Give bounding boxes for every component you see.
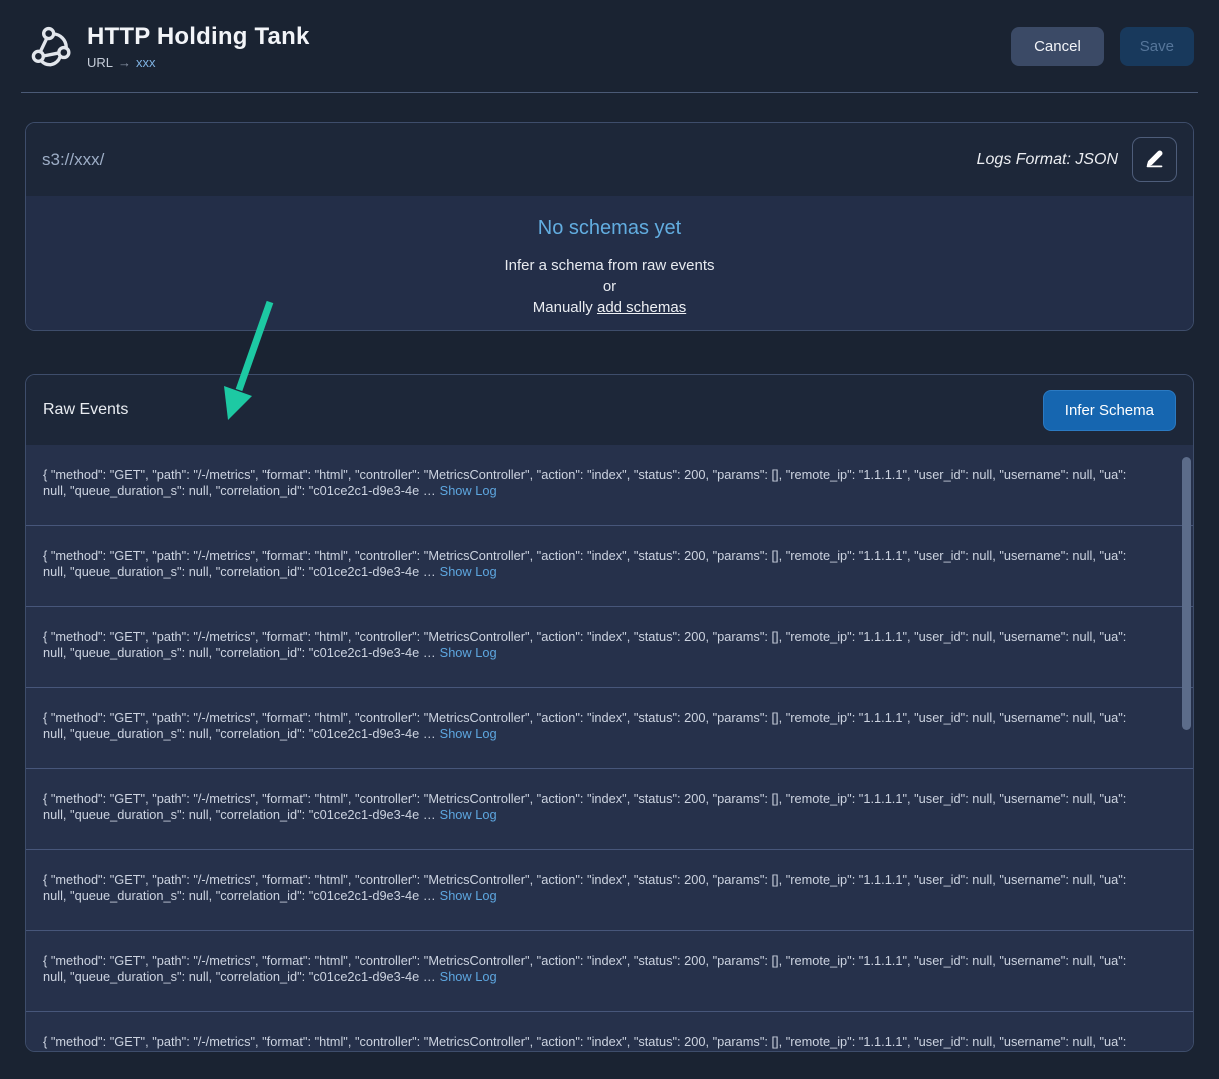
raw-event-text: { "method": "GET", "path": "/-/metrics",… <box>43 710 1126 741</box>
breadcrumb: URL → xxx <box>87 55 310 70</box>
raw-event-text: { "method": "GET", "path": "/-/metrics",… <box>43 548 1126 579</box>
schemas-panel-header: s3://xxx/ Logs Format: JSON <box>26 123 1193 196</box>
header-actions: Cancel Save <box>1011 27 1194 66</box>
raw-event-row: { "method": "GET", "path": "/-/metrics",… <box>26 931 1193 1012</box>
raw-event-text: { "method": "GET", "path": "/-/metrics",… <box>43 872 1126 903</box>
breadcrumb-source: URL <box>87 55 113 70</box>
show-log-link[interactable]: Show Log <box>440 888 497 903</box>
schemas-panel: s3://xxx/ Logs Format: JSON No schemas y… <box>25 122 1194 331</box>
page-title: HTTP Holding Tank <box>87 23 310 51</box>
empty-state-title: No schemas yet <box>26 217 1193 240</box>
raw-event-row: { "method": "GET", "path": "/-/metrics",… <box>26 1012 1193 1051</box>
scrollbar-thumb[interactable] <box>1182 457 1191 730</box>
raw-events-title: Raw Events <box>43 401 128 419</box>
raw-event-row: { "method": "GET", "path": "/-/metrics",… <box>26 769 1193 850</box>
cancel-button[interactable]: Cancel <box>1011 27 1104 66</box>
raw-event-row: { "method": "GET", "path": "/-/metrics",… <box>26 850 1193 931</box>
empty-state-line1: Infer a schema from raw events <box>26 255 1193 276</box>
raw-events-list[interactable]: { "method": "GET", "path": "/-/metrics",… <box>26 445 1193 1051</box>
show-log-link[interactable]: Show Log <box>440 564 497 579</box>
raw-event-text: { "method": "GET", "path": "/-/metrics",… <box>43 467 1126 498</box>
logs-format-label: Logs Format: JSON <box>977 151 1118 169</box>
manually-label: Manually <box>533 299 597 316</box>
breadcrumb-arrow-icon: → <box>118 55 131 70</box>
infer-schema-button[interactable]: Infer Schema <box>1043 390 1176 431</box>
raw-event-text: { "method": "GET", "path": "/-/metrics",… <box>43 791 1126 822</box>
add-schemas-link[interactable]: add schemas <box>597 299 686 316</box>
raw-events-header: Raw Events Infer Schema <box>26 375 1193 445</box>
empty-state-line3: Manually add schemas <box>26 297 1193 318</box>
show-log-link[interactable]: Show Log <box>440 645 497 660</box>
raw-event-row: { "method": "GET", "path": "/-/metrics",… <box>26 526 1193 607</box>
show-log-link[interactable]: Show Log <box>440 483 497 498</box>
save-button[interactable]: Save <box>1120 27 1194 66</box>
logs-format-wrap: Logs Format: JSON <box>977 137 1177 182</box>
title-block: HTTP Holding Tank URL → xxx <box>87 23 310 70</box>
raw-event-row: { "method": "GET", "path": "/-/metrics",… <box>26 445 1193 526</box>
webhook-logo-icon <box>25 18 81 74</box>
breadcrumb-target-link[interactable]: xxx <box>136 55 156 70</box>
pencil-edit-icon <box>1144 148 1165 172</box>
show-log-link[interactable]: Show Log <box>440 1050 497 1051</box>
s3-path-label: s3://xxx/ <box>42 150 104 170</box>
raw-event-text: { "method": "GET", "path": "/-/metrics",… <box>43 953 1126 984</box>
schemas-empty-state: No schemas yet Infer a schema from raw e… <box>26 196 1193 330</box>
app-header: HTTP Holding Tank URL → xxx Cancel Save <box>21 0 1198 93</box>
edit-logs-format-button[interactable] <box>1132 137 1177 182</box>
show-log-link[interactable]: Show Log <box>440 969 497 984</box>
raw-event-row: { "method": "GET", "path": "/-/metrics",… <box>26 688 1193 769</box>
show-log-link[interactable]: Show Log <box>440 807 497 822</box>
raw-event-text: { "method": "GET", "path": "/-/metrics",… <box>43 629 1126 660</box>
empty-state-line2: or <box>26 276 1193 297</box>
raw-events-panel: Raw Events Infer Schema { "method": "GET… <box>25 374 1194 1052</box>
raw-event-text: { "method": "GET", "path": "/-/metrics",… <box>43 1034 1126 1051</box>
show-log-link[interactable]: Show Log <box>440 726 497 741</box>
raw-event-row: { "method": "GET", "path": "/-/metrics",… <box>26 607 1193 688</box>
